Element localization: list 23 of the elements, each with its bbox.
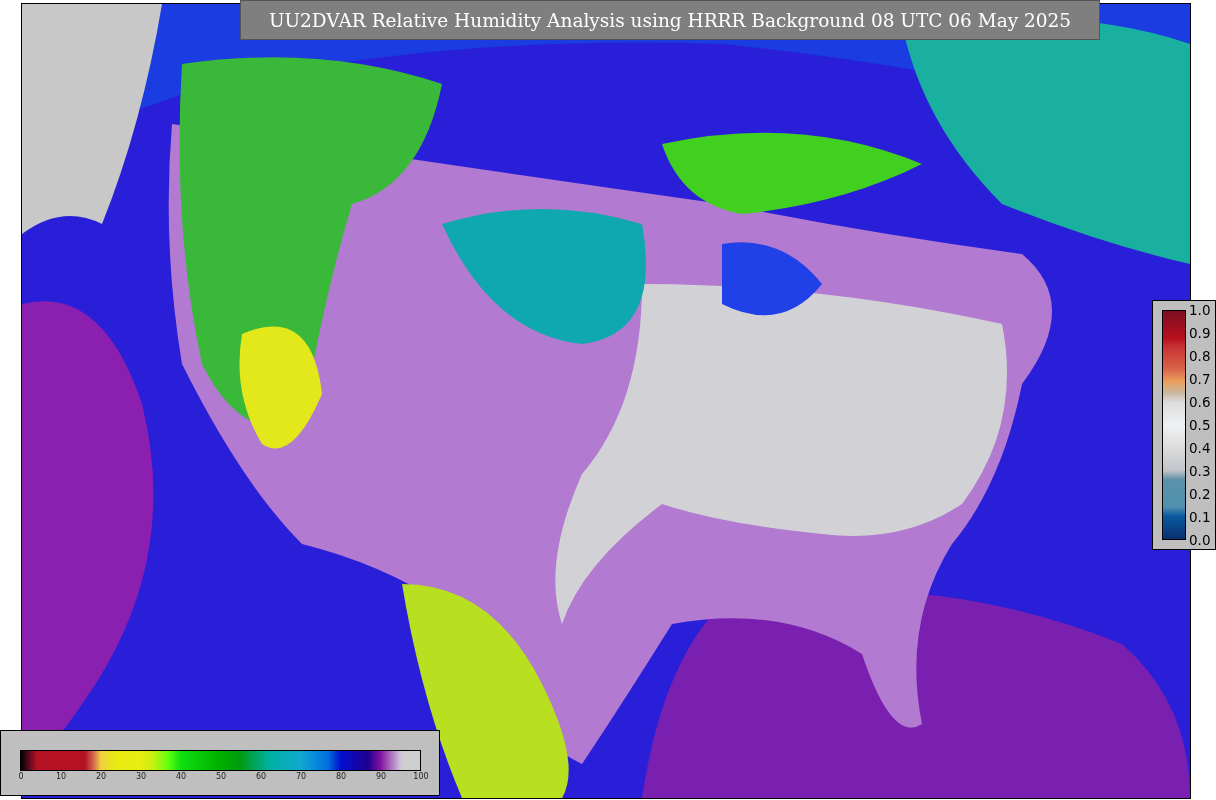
tick-label: 100 bbox=[412, 772, 430, 781]
tick-label: 90 bbox=[374, 772, 388, 781]
tick-label: 0 bbox=[17, 772, 25, 781]
tick-label: 0.1 bbox=[1189, 508, 1211, 527]
tick-label: 0.5 bbox=[1189, 416, 1211, 435]
tick-label: 0.8 bbox=[1189, 347, 1211, 366]
tick-label: 80 bbox=[334, 772, 348, 781]
tick-label: 0.7 bbox=[1189, 370, 1211, 389]
tick-label: 10 bbox=[54, 772, 68, 781]
tick-label: 0.0 bbox=[1189, 531, 1211, 550]
tick-label: 60 bbox=[254, 772, 268, 781]
tick-label: 20 bbox=[94, 772, 108, 781]
tick-label: 0.4 bbox=[1189, 439, 1211, 458]
chart-title: UU2DVAR Relative Humidity Analysis using HRRR Background 08 UTC 06 May 2025 bbox=[240, 0, 1100, 40]
tick-label: 50 bbox=[214, 772, 228, 781]
tick-label: 70 bbox=[294, 772, 308, 781]
tick-label: 0.9 bbox=[1189, 324, 1211, 343]
tick-label: 30 bbox=[134, 772, 148, 781]
tick-label: 40 bbox=[174, 772, 188, 781]
tick-label: 0.2 bbox=[1189, 485, 1211, 504]
tick-label: 1.0 bbox=[1189, 301, 1211, 320]
tick-label: 0.6 bbox=[1189, 393, 1211, 412]
tick-label: 0.3 bbox=[1189, 462, 1211, 481]
